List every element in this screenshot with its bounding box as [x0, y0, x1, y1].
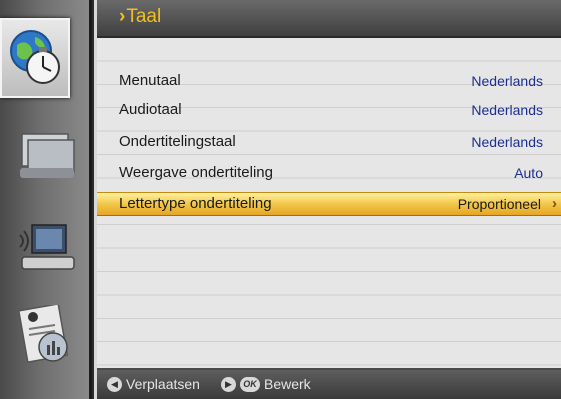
- sidebar-item-language-time[interactable]: [0, 18, 70, 98]
- setting-label: Menutaal: [119, 72, 181, 89]
- hint-edit: ▶ OK Bewerk: [221, 376, 311, 392]
- page-header: ›Taal: [97, 0, 561, 38]
- main-panel: ›Taal Menutaal Nederlands Audiotaal Nede…: [97, 0, 561, 399]
- hint-move: ◀ Verplaatsen: [107, 376, 200, 392]
- folders-icon: [20, 133, 75, 178]
- setting-value: Auto: [514, 165, 543, 181]
- ok-button-icon: OK: [240, 376, 260, 392]
- title-chevron-icon: ›: [119, 6, 126, 27]
- sidebar-item-network[interactable]: [14, 220, 80, 278]
- arrow-left-icon: ◀: [107, 376, 122, 392]
- footer-hint-bar: ◀ Verplaatsen ▶ OK Bewerk: [97, 370, 561, 399]
- globe-clock-icon: [10, 30, 60, 84]
- page-title-text: Taal: [126, 6, 162, 27]
- setting-row-audiotaal[interactable]: Audiotaal Nederlands: [97, 99, 561, 122]
- chevron-right-icon: ›: [552, 195, 557, 212]
- setting-row-lettertype-ondertiteling[interactable]: Lettertype ondertiteling Proportioneel ›: [97, 192, 561, 216]
- sidebar: [0, 0, 92, 399]
- setting-value: Nederlands: [471, 134, 543, 150]
- setting-row-weergave-ondertiteling[interactable]: Weergave ondertiteling Auto: [97, 162, 561, 185]
- setting-value: Nederlands: [471, 102, 543, 118]
- hint-edit-label: Bewerk: [264, 376, 311, 392]
- setting-label: Ondertitelingstaal: [119, 133, 236, 150]
- setting-label: Audiotaal: [119, 101, 182, 118]
- page-title: ›Taal: [119, 6, 161, 28]
- computer-network-icon: [19, 224, 75, 270]
- sidebar-item-media[interactable]: [14, 126, 80, 184]
- system-report-icon: [17, 305, 69, 363]
- hint-move-label: Verplaatsen: [126, 376, 200, 392]
- setting-label: Weergave ondertiteling: [119, 164, 273, 181]
- sidebar-item-system[interactable]: [14, 305, 80, 364]
- arrow-right-icon: ▶: [221, 376, 236, 392]
- setting-value: Proportioneel: [457, 196, 541, 212]
- setting-value: Nederlands: [471, 73, 543, 89]
- setting-row-ondertitelingstaal[interactable]: Ondertitelingstaal Nederlands: [97, 131, 561, 154]
- setting-label: Lettertype ondertiteling: [119, 195, 272, 212]
- settings-list: Menutaal Nederlands Audiotaal Nederlands…: [97, 38, 561, 368]
- setting-row-menutaal[interactable]: Menutaal Nederlands: [97, 70, 561, 93]
